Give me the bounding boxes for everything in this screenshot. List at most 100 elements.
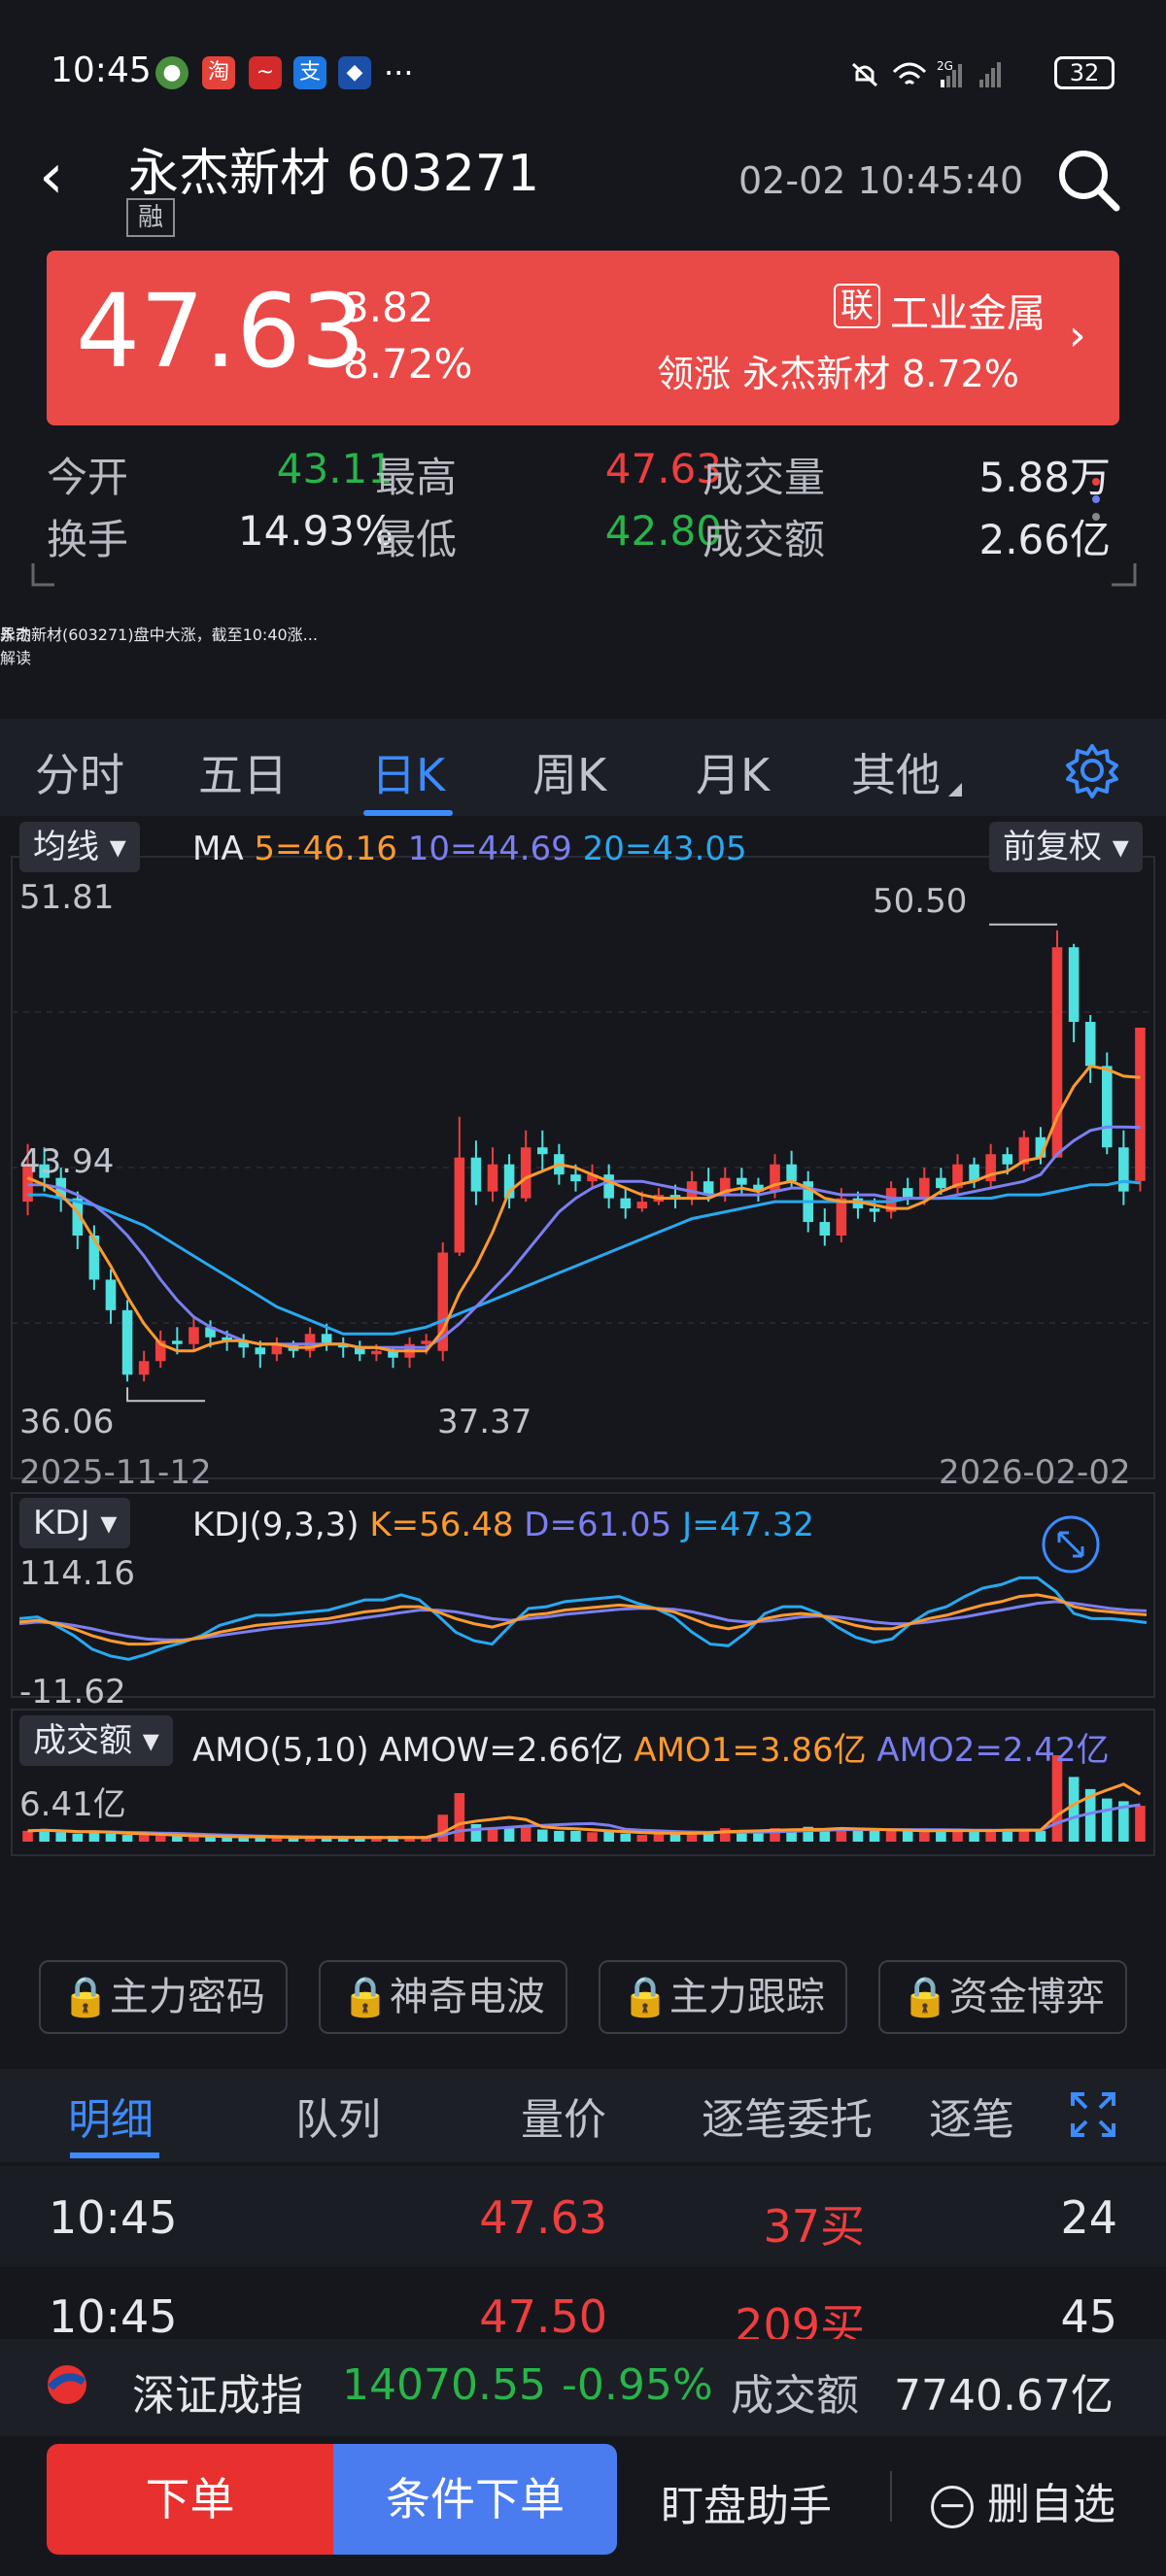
price-change: 3.82 8.72% [343, 280, 472, 392]
ma5-line [26, 1064, 1141, 1353]
candle-body [321, 1334, 332, 1344]
expand-icon[interactable] [1069, 2090, 1117, 2139]
candle-body [172, 1340, 183, 1344]
watch-assistant-button[interactable]: 盯盘助手 [661, 2471, 832, 2533]
taobao-icon: 淘 [202, 56, 235, 89]
amo-bar [919, 1832, 930, 1842]
amo-bar [121, 1835, 133, 1842]
tab-detail[interactable]: 明细 [68, 2085, 154, 2147]
remove-watchlist-button[interactable]: − 删自选 [931, 2469, 1115, 2531]
amo-bar [885, 1829, 897, 1842]
tab-weekly-k[interactable]: 周K [532, 740, 606, 804]
system-icons: 2G [851, 59, 1001, 87]
more-notifications-icon: ··· [384, 54, 414, 91]
amo-bar [902, 1830, 913, 1842]
ma-legend: MA 5=46.16 10=44.69 20=43.05 [192, 830, 747, 868]
wifi-icon [892, 62, 927, 85]
turnover-label: 换手 [47, 516, 129, 563]
order-button[interactable]: 下单 [47, 2444, 333, 2555]
change-percent: 8.72% [343, 340, 473, 388]
tab-other[interactable]: 其他 [851, 740, 941, 804]
candle-body [371, 1350, 382, 1355]
amo-bar [437, 1814, 449, 1842]
y-min-label: 36.06 [19, 1403, 115, 1441]
trade-volume: 209买 [735, 2299, 865, 2339]
tab-volume-price[interactable]: 量价 [521, 2085, 606, 2147]
fullscreen-toggle-icon[interactable] [1040, 1513, 1102, 1576]
tab-daily-k[interactable]: 日K [371, 740, 445, 804]
kdj-ymax: 114.16 [19, 1554, 135, 1593]
candle-body [1135, 1027, 1146, 1181]
lock-label: 神奇电波 [389, 1975, 545, 2019]
candle-body [1002, 1154, 1013, 1165]
amo-dropdown[interactable]: 成交额 ▾ [19, 1715, 173, 1766]
tab-intraday[interactable]: 分时 [35, 740, 124, 804]
amo-bar [72, 1833, 84, 1842]
page-dots-icon[interactable] [1086, 472, 1106, 530]
kdj-d: D=61.05 [524, 1506, 672, 1544]
tab-five-day[interactable]: 五日 [198, 740, 288, 804]
amount-value: 2.66亿 [978, 516, 1111, 563]
amo-bar [985, 1830, 996, 1842]
lock-main-code[interactable]: 🔒主力密码 [39, 1960, 288, 2034]
stock-app-icon: ~ [249, 56, 282, 89]
price-banner[interactable]: 47.63 3.82 8.72% 联 工业金属 领涨 永杰新材 8.72% › [47, 251, 1119, 425]
candle-body [919, 1177, 930, 1199]
trade-count: 45 [1060, 2290, 1117, 2339]
ma20-line [27, 1179, 1141, 1336]
amo-legend: AMO(5,10) AMOW=2.66亿 AMO1=3.86亿 AMO2=2.4… [192, 1723, 1110, 1771]
last-price: 47.63 [76, 272, 365, 390]
index-percent: -0.95% [562, 2360, 713, 2410]
high-marker: 50.50 [873, 882, 968, 921]
lock-magic-wave[interactable]: 🔒神奇电波 [319, 1960, 567, 2034]
ma-dropdown-label: 均线 [33, 828, 99, 866]
amo-bar [869, 1830, 880, 1842]
tab-tick-by-tick[interactable]: 逐笔 [929, 2085, 1014, 2147]
mute-icon [851, 62, 878, 87]
search-icon[interactable] [1054, 146, 1122, 214]
index-ticker[interactable]: 深证成指 14070.55 -0.95% 成交额 7740.67亿 [0, 2339, 1166, 2436]
table-row: 10:45 47.63 37买 24 [0, 2166, 1166, 2267]
amo-bar [88, 1832, 100, 1842]
candle-body [421, 1340, 431, 1344]
open-value: 43.11 [276, 445, 394, 492]
kdj-j-line [18, 1576, 1148, 1661]
kdj-k: K=56.48 [369, 1506, 514, 1544]
amo-bar [1068, 1777, 1080, 1842]
lock-label: 主力跟踪 [669, 1975, 825, 2019]
kdj-lines [18, 1576, 1148, 1661]
tab-monthly-k[interactable]: 月K [696, 740, 770, 804]
lock-main-track[interactable]: 🔒主力跟踪 [599, 1960, 847, 2034]
kdj-dropdown[interactable]: KDJ ▾ [19, 1498, 131, 1548]
gear-icon[interactable] [1064, 742, 1120, 798]
amo1-value: AMO1=3.86亿 [634, 1731, 867, 1770]
adjust-dropdown[interactable]: 前复权 ▾ [989, 822, 1143, 872]
back-button[interactable]: ‹ [39, 146, 64, 208]
y-mid-label: 43.94 [19, 1142, 115, 1181]
tab-queue[interactable]: 队列 [295, 2085, 381, 2147]
battery-icon: 32 [1054, 56, 1115, 89]
amo-bar [487, 1828, 498, 1842]
low-marker: 37.37 [437, 1403, 532, 1441]
trade-price: 47.50 [479, 2290, 607, 2339]
ma-label: MA [192, 830, 244, 868]
exchange-logo-icon [48, 2365, 86, 2404]
chevron-right-icon: › [1069, 311, 1086, 360]
candle-body [737, 1177, 747, 1185]
sector-tag: 联 [834, 284, 880, 328]
conditional-order-button[interactable]: 条件下单 [333, 2444, 617, 2555]
amo-bar [1101, 1798, 1113, 1842]
kdj-label: KDJ(9,3,3) [192, 1506, 360, 1544]
tab-order-by-order[interactable]: 逐笔委托 [702, 2085, 873, 2147]
ma-dropdown[interactable]: 均线 ▾ [19, 822, 140, 872]
amo-dropdown-label: 成交额 [33, 1721, 132, 1760]
remove-label: 删自选 [987, 2480, 1115, 2529]
expand-corners[interactable] [31, 563, 1139, 593]
amo-bar [105, 1833, 117, 1842]
amo-bar [1035, 1830, 1046, 1842]
low-label: 最低 [375, 516, 458, 563]
close-icon[interactable]: × [0, 622, 1166, 733]
lock-fund-game[interactable]: 🔒资金博弈 [878, 1960, 1127, 2034]
volume-value: 5.88万 [978, 454, 1111, 501]
amow-value: AMOW=2.66亿 [379, 1731, 624, 1770]
